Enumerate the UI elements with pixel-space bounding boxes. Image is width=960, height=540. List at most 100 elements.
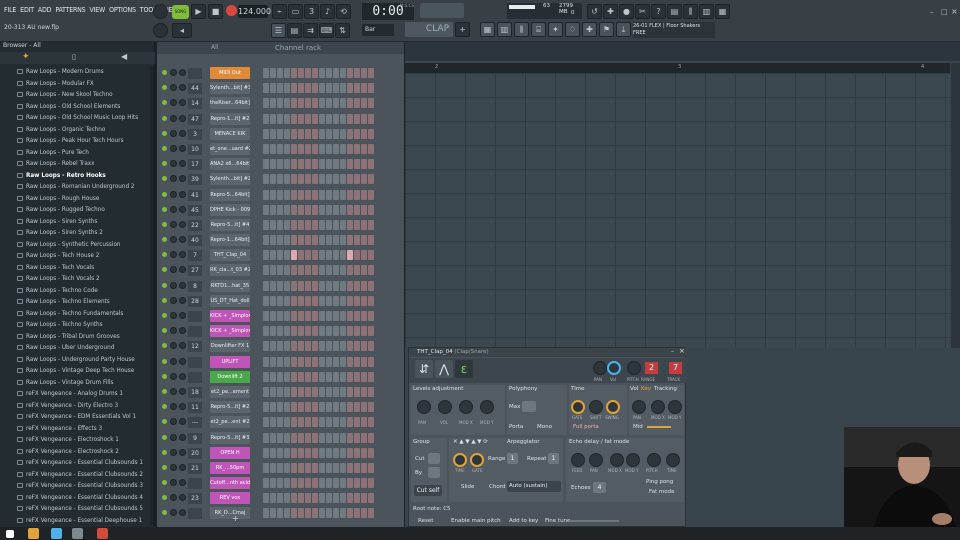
step-sequencer[interactable]	[263, 83, 374, 94]
channel-volume-knob[interactable]	[179, 114, 186, 122]
step-button[interactable]	[298, 402, 304, 413]
step-button[interactable]	[270, 311, 276, 321]
step-button[interactable]	[333, 128, 339, 139]
ping-pong-option[interactable]: Ping pong	[646, 479, 673, 485]
step-button[interactable]	[277, 508, 283, 519]
step-button[interactable]	[291, 204, 297, 215]
step-button[interactable]	[361, 432, 367, 443]
browser-folder[interactable]: Raw Loops - Organic Techno	[0, 124, 150, 136]
channel-volume-knob[interactable]	[179, 479, 186, 487]
channel-mute-led[interactable]	[162, 130, 167, 136]
browser-folder[interactable]: reFX Vengeance - Essential Deephouse 1	[0, 515, 150, 527]
step-button[interactable]	[263, 98, 269, 109]
step-button[interactable]	[270, 68, 276, 78]
step-button[interactable]	[312, 68, 318, 78]
step-sequencer[interactable]	[263, 432, 374, 443]
fine-tune-slider[interactable]	[569, 520, 619, 522]
step-button[interactable]	[298, 341, 304, 352]
channel-mixer-track[interactable]: 28	[188, 295, 202, 307]
step-button[interactable]	[305, 250, 311, 261]
channel-volume-knob[interactable]	[179, 312, 186, 319]
step-button[interactable]	[312, 113, 318, 124]
channel-name-button[interactable]: Repro-1...it] #2	[210, 112, 250, 125]
loop-record-icon[interactable]: ⟲	[336, 4, 351, 19]
step-button[interactable]	[347, 174, 353, 185]
step-button[interactable]	[333, 326, 339, 337]
channel-name-button[interactable]: Cutoff...nth acid	[210, 477, 250, 490]
full-porta-option[interactable]: Full porta	[573, 424, 599, 430]
step-button[interactable]	[263, 235, 269, 246]
channel-name-button[interactable]: Repro-5...64bit]	[210, 188, 250, 201]
channel-mute-led[interactable]	[162, 100, 167, 106]
step-button[interactable]	[354, 98, 360, 109]
step-button[interactable]	[312, 386, 318, 397]
step-button[interactable]	[312, 143, 318, 154]
step-button[interactable]	[291, 189, 297, 200]
step-button[interactable]	[361, 219, 367, 230]
step-button[interactable]	[291, 219, 297, 230]
browser-folder[interactable]: reFX Vengeance - Essential Clubsounds 3	[0, 480, 150, 492]
channel-volume-knob[interactable]	[179, 296, 186, 304]
step-button[interactable]	[312, 189, 318, 200]
arp-range-field[interactable]: 1	[507, 453, 518, 464]
step-button[interactable]	[284, 189, 290, 200]
step-button[interactable]	[340, 432, 346, 443]
browser-folder[interactable]: Raw Loops - Techno Synths	[0, 319, 150, 331]
step-button[interactable]	[305, 235, 311, 246]
step-button[interactable]	[368, 432, 374, 443]
channel-mixer-track[interactable]: 21	[188, 462, 202, 474]
step-button[interactable]	[312, 295, 318, 306]
step-button[interactable]	[368, 98, 374, 109]
step-button[interactable]	[340, 402, 346, 413]
step-button[interactable]	[319, 493, 325, 504]
step-button[interactable]	[270, 371, 276, 382]
channel-name-button[interactable]: MIDI Out	[210, 67, 250, 79]
step-button[interactable]	[298, 417, 304, 428]
tempo-display[interactable]: 124.000	[238, 5, 271, 18]
step-button[interactable]	[340, 219, 346, 230]
step-button[interactable]	[354, 478, 360, 489]
pattern-name-select[interactable]: CLAP	[405, 22, 453, 37]
step-button[interactable]	[340, 462, 346, 473]
step-button[interactable]	[277, 356, 283, 367]
step-button[interactable]	[291, 143, 297, 154]
app-taskbar-icon[interactable]	[97, 528, 108, 539]
browser-folder[interactable]: Raw Loops - Rugged Techno	[0, 204, 150, 216]
step-button[interactable]	[347, 143, 353, 154]
step-button[interactable]	[305, 265, 311, 276]
channel-mute-led[interactable]	[162, 388, 167, 394]
porta-option[interactable]: Porta	[509, 424, 523, 430]
channel-volume-knob[interactable]	[179, 494, 186, 502]
step-button[interactable]	[319, 235, 325, 246]
channel-name-button[interactable]: Downlifter FX 1	[210, 340, 250, 353]
step-button[interactable]	[368, 250, 374, 261]
step-button[interactable]	[319, 68, 325, 78]
step-button[interactable]	[284, 493, 290, 504]
browser-folder[interactable]: Raw Loops - Modern Drums	[0, 66, 150, 78]
step-button[interactable]	[340, 311, 346, 321]
playlist-grid[interactable]	[405, 73, 950, 348]
step-button[interactable]	[333, 386, 339, 397]
step-button[interactable]	[291, 386, 297, 397]
step-button[interactable]	[326, 83, 332, 94]
step-button[interactable]	[333, 219, 339, 230]
step-button[interactable]	[368, 447, 374, 458]
step-sequencer[interactable]	[263, 159, 374, 170]
step-button[interactable]	[277, 386, 283, 397]
step-button[interactable]	[368, 159, 374, 170]
step-button[interactable]	[277, 68, 283, 78]
step-button[interactable]	[319, 386, 325, 397]
step-button[interactable]	[333, 98, 339, 109]
typing-keyboard-icon[interactable]: ⌨	[319, 23, 334, 38]
playlist-ruler[interactable]: 2 3 4	[405, 63, 950, 73]
step-button[interactable]	[263, 371, 269, 382]
step-button[interactable]	[270, 189, 276, 200]
step-button[interactable]	[312, 174, 318, 185]
level-pan-knob[interactable]	[417, 400, 431, 414]
step-button[interactable]	[305, 371, 311, 382]
step-button[interactable]	[340, 143, 346, 154]
step-button[interactable]	[270, 83, 276, 94]
channel-mute-led[interactable]	[162, 267, 167, 273]
step-button[interactable]	[326, 159, 332, 170]
step-sequencer[interactable]	[263, 113, 374, 124]
